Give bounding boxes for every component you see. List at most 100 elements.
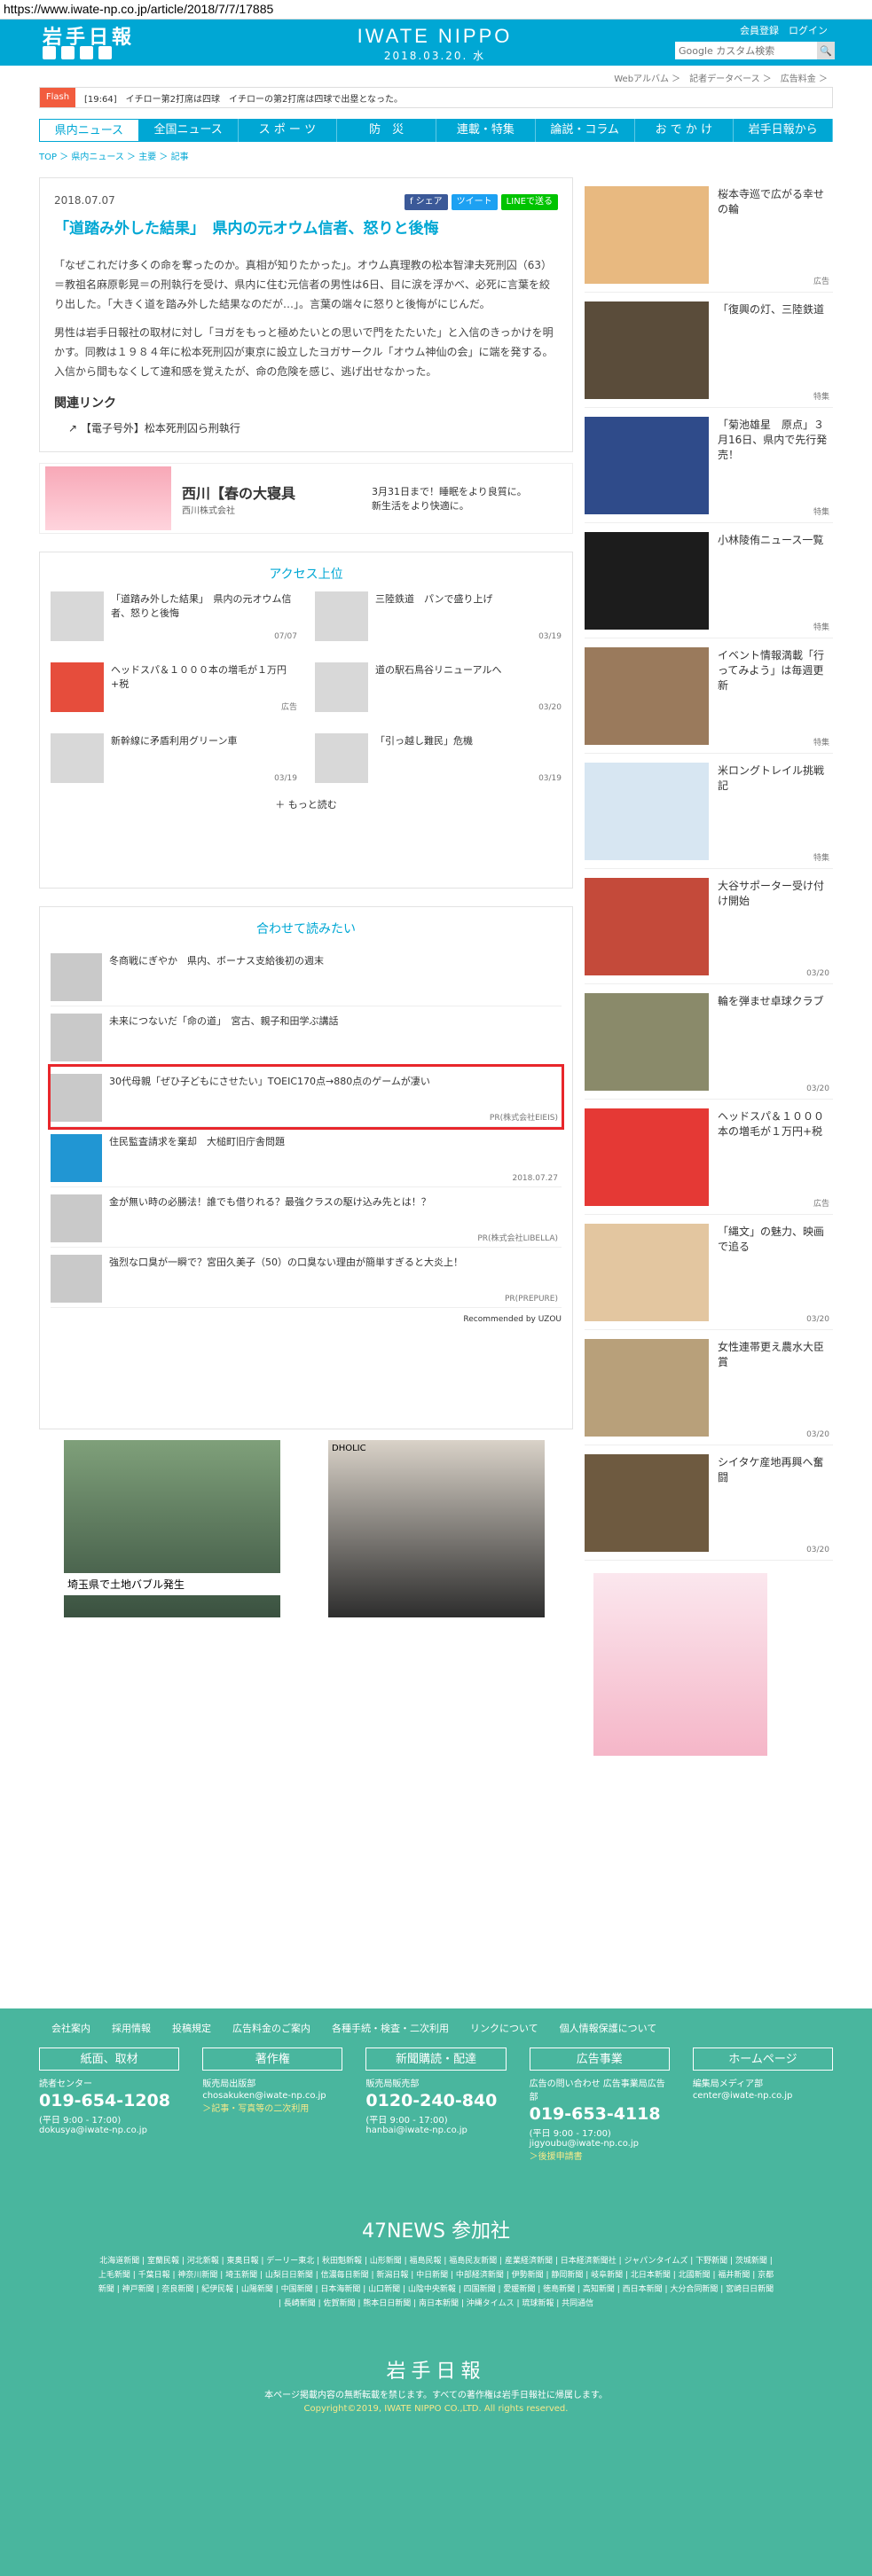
ad-map[interactable]: 埼玉県で土地バブル発生 <box>64 1440 280 1617</box>
sidebar-item[interactable]: 「復興の灯、三陸鉄道 特集 <box>585 293 833 408</box>
contact-hours: (平日 9:00 - 17:00) <box>39 2116 122 2126</box>
contact-mail[interactable]: hanbai@iwate-np.co.jp <box>365 2126 506 2135</box>
sidebar-item[interactable]: 小林陵侑ニュース一覧特集 <box>585 523 833 638</box>
list-item[interactable]: 冬商戦にぎやか 県内、ボーナス支給後初の週末 <box>51 946 562 1006</box>
footer-contact: 著作権 販売局出版部 chosakuken@iwate-np.co.jp ＞記事・写真… <box>202 2047 343 2162</box>
item-title: 冬商戦にぎやか 県内、ボーナス支給後初の週末 <box>109 955 324 967</box>
sidebar-item[interactable]: ヘッドスパ＆１０００本の増毛が１万円+税 広告 <box>585 1100 833 1215</box>
breadcrumb[interactable]: TOP ＞ 県内ニュース ＞ 主要 ＞ 記事 <box>39 149 833 162</box>
footer-link[interactable]: リンクについて <box>470 2021 538 2035</box>
contact-note[interactable]: ＞後援申請書 <box>530 2149 670 2162</box>
item-meta: PR(PREPURE) <box>504 1295 558 1304</box>
search-button[interactable]: 🔍 <box>817 42 835 59</box>
sidebar-item[interactable]: 女性連帯更え農水大臣賞 03/20 <box>585 1330 833 1445</box>
footer-link[interactable]: 個人情報保護について <box>560 2021 657 2035</box>
sidebar-item-tag: 03/20 <box>806 969 829 978</box>
list-item[interactable]: 「道踏み外した結果」 県内の元オウム信者、怒りと後悔 07/07 <box>51 591 297 645</box>
sub-nav[interactable]: Webアルバム ＞ 記者データベース ＞ 広告料金 ＞ <box>0 66 872 87</box>
footer-contact: 紙面、取材 読者センター 019-654-1208 (平日 9:00 - 17:00)… <box>39 2047 180 2162</box>
contact-mail[interactable]: chosakuken@iwate-np.co.jp <box>202 2091 342 2101</box>
footer-category-button[interactable]: 著作権 <box>202 2047 343 2071</box>
list-item[interactable]: 強烈な口臭が一瞬で？宮田久美子（50）の口臭ない理由が簡単すぎると大炎上！ PR(… <box>51 1248 562 1308</box>
search-input[interactable] <box>675 42 817 59</box>
list-item[interactable]: ヘッドスパ＆１０００本の増毛が１万円+税 広告 <box>51 662 297 716</box>
sidebar-item[interactable]: 「菊池雄星 原点」３月16日、県内で先行発売！ 特集 <box>585 408 833 523</box>
more-button[interactable]: ＋ もっと読む <box>51 797 562 811</box>
item-title: 「引っ越し難民」危機 <box>375 735 473 747</box>
contact-dept: 販売局販売部 <box>365 2079 420 2089</box>
list-item[interactable]: 金が無い時の必勝法！誰でも借りれる？最強クラスの駆け込み先とは！？ PR(株式会社… <box>51 1187 562 1248</box>
footer-category-button[interactable]: ホームページ <box>692 2047 834 2071</box>
address-bar[interactable]: https://www.iwate-np.co.jp/article/2018/… <box>0 0 872 20</box>
sidebar-item-title: 小林陵侑ニュース一覧 <box>718 534 824 546</box>
list-item[interactable]: 新幹線に矛盾利用グリーン車 03/19 <box>51 733 297 787</box>
nav-sports[interactable]: ス ポ ー ツ <box>239 119 338 142</box>
list-item-highlighted[interactable]: 30代母親「ぜひ子どもにさせたい」TOEIC170点→880点のゲームが凄い PR… <box>48 1064 564 1130</box>
sidebar-item[interactable]: 桜本寺巡で広がる幸せの輪 広告 <box>585 177 833 293</box>
nav-local[interactable]: 県内ニュース <box>39 119 139 142</box>
twitter-icon[interactable] <box>43 46 56 59</box>
ad-text: 西川【春の大寝具 西川株式会社 <box>177 482 354 516</box>
flash-news[interactable]: Flash [19:64] イチロー第2打席は四球 イチローの第2打席は四球で出… <box>39 87 833 108</box>
social-links <box>43 46 112 59</box>
sidebar-item-tag: 03/20 <box>806 1430 829 1439</box>
list-item[interactable]: 未来につないだ「命の道」 宮古、親子和田学ぶ講話 <box>51 1006 562 1067</box>
list-item[interactable]: 「引っ越し難民」危機 03/19 <box>315 733 562 787</box>
footer-link[interactable]: 投稿規定 <box>172 2021 211 2035</box>
sidebar-item[interactable]: 輪を弾ませ卓球クラブ 03/20 <box>585 984 833 1100</box>
thumbnail <box>51 1014 102 1061</box>
sidebar-item[interactable]: 「縄文」の魅力、映画で追る 03/20 <box>585 1215 833 1330</box>
register-link[interactable]: 会員登録 <box>740 25 779 36</box>
footer-link[interactable]: 会社案内 <box>51 2021 90 2035</box>
footer-link[interactable]: 採用情報 <box>112 2021 151 2035</box>
ad-banner[interactable]: 西川【春の大寝具 西川株式会社 3月31日まで！睡眠をより良質に。新生活をより快… <box>39 463 573 534</box>
list-item[interactable]: 道の駅石鳥谷リニューアルへ 03/20 <box>315 662 562 716</box>
list-item[interactable]: 三陸鉄道 パンで盛り上げ 03/19 <box>315 591 562 645</box>
instagram-icon[interactable] <box>80 46 93 59</box>
nav-outing[interactable]: お で か け <box>635 119 735 142</box>
sidebar-item[interactable]: 米ロングトレイル挑戦記 特集 <box>585 754 833 869</box>
facebook-icon[interactable] <box>61 46 75 59</box>
line-share-button[interactable]: LINEで送る <box>500 194 558 210</box>
mail-icon[interactable] <box>98 46 112 59</box>
facebook-share-button[interactable]: f シェア <box>404 194 448 210</box>
contact-note[interactable]: ＞記事・写真等の二次利用 <box>202 2101 342 2114</box>
list-item[interactable]: 住民監査請求を棄却 大槌町旧庁舎問題 2018.07.27 <box>51 1127 562 1187</box>
contact-phone[interactable]: 019-653-4118 <box>530 2104 670 2124</box>
sidebar-item[interactable]: シイタケ産地再興へ奮闘 03/20 <box>585 1445 833 1561</box>
sidebar-item[interactable]: 大谷サポーター受け付け開始 03/20 <box>585 869 833 984</box>
contact-phone[interactable]: 019-654-1208 <box>39 2091 179 2110</box>
article-title: 「道踏み外した結果」 県内の元オウム信者、怒りと後悔 <box>54 220 439 238</box>
partner-papers[interactable]: 北海道新聞 | 室蘭民報 | 河北新報 | 東奥日報 | デーリー東北 | 秋田… <box>98 2254 774 2311</box>
footer-category-button[interactable]: 広告事業 <box>529 2047 670 2071</box>
related-link[interactable]: ↗ 【電子号外】松本死刑囚ら刑執行 <box>54 420 558 435</box>
item-date: 03/19 <box>538 632 562 641</box>
item-title: 「道踏み外した結果」 県内の元オウム信者、怒りと後悔 <box>111 593 292 619</box>
tweet-button[interactable]: ツイート <box>451 194 498 210</box>
footer-link[interactable]: 各種手続・検査・二次利用 <box>332 2021 449 2035</box>
sidebar-item[interactable]: イベント情報満載「行ってみよう」は毎週更新 特集 <box>585 638 833 754</box>
footer-category-button[interactable]: 紙面、取材 <box>39 2047 180 2071</box>
recommend-title: 合わせて読みたい <box>256 922 356 936</box>
sidebar-item-tag: 特集 <box>813 623 829 632</box>
nav-features[interactable]: 連載・特集 <box>436 119 536 142</box>
flash-text[interactable]: [19:64] イチロー第2打席は四球 イチローの第2打席は四球で出塁となった。 <box>84 91 403 105</box>
nav-disaster[interactable]: 防 災 <box>337 119 436 142</box>
contact-mail[interactable]: dokusya@iwate-np.co.jp <box>39 2126 179 2135</box>
brand: IWATE NIPPO 2018.03.20. 水 <box>346 25 523 63</box>
contact-mail[interactable]: jigyoubu@iwate-np.co.jp <box>530 2139 670 2149</box>
thumbnail <box>585 1108 709 1206</box>
thumbnail <box>51 1255 102 1303</box>
contact-mail[interactable]: center@iwate-np.co.jp <box>693 2091 833 2101</box>
footer-link[interactable]: 広告料金のご案内 <box>232 2021 310 2035</box>
footer: 会社案内 採用情報 投稿規定 広告料金のご案内 各種手続・検査・二次利用 リンクについて 個… <box>0 2008 872 2576</box>
sidebar-ad[interactable] <box>593 1573 767 1756</box>
contact-phone[interactable]: 0120-240-840 <box>365 2091 506 2110</box>
sidebar-item-tag: 03/20 <box>806 1315 829 1324</box>
ad-fashion[interactable]: DHOLIC <box>328 1440 545 1617</box>
nav-columns[interactable]: 論説・コラム <box>536 119 635 142</box>
nav-national[interactable]: 全国ニュース <box>139 119 239 142</box>
nav-from-nippo[interactable]: 岩手日報から <box>734 119 833 142</box>
login-link[interactable]: ログイン <box>789 25 828 36</box>
footer-category-button[interactable]: 新聞購読・配達 <box>365 2047 507 2071</box>
